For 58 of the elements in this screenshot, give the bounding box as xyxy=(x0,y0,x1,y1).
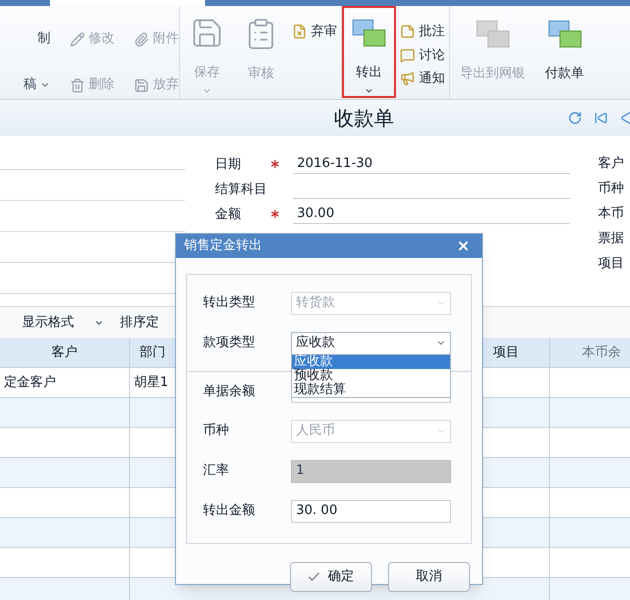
refresh-icon[interactable] xyxy=(568,111,582,125)
field-label: 本币 xyxy=(598,205,624,223)
field-label: 日期 xyxy=(215,156,242,174)
toolbar-button[interactable]: 转出 xyxy=(342,6,396,98)
toolbar-button[interactable]: 批注 xyxy=(400,22,445,42)
required-asterisk-icon xyxy=(271,210,279,218)
field-label: 结算科目 xyxy=(215,180,265,198)
toolbar-button[interactable]: 稿 xyxy=(0,72,50,98)
pencil-icon xyxy=(70,32,85,46)
input-field[interactable]: 30. 00 xyxy=(291,500,451,522)
field-label: 转出金额 xyxy=(203,502,256,520)
field-label: 转出类型 xyxy=(203,294,256,312)
previous-record-icon[interactable] xyxy=(620,111,630,125)
transfer-icon xyxy=(548,20,582,48)
field-label: 汇率 xyxy=(203,462,230,480)
transfer-icon xyxy=(352,19,386,48)
paperclip-icon xyxy=(134,32,149,46)
field-label: 款项类型 xyxy=(203,334,256,352)
close-button[interactable]: × xyxy=(452,234,474,258)
dialog-button[interactable]: 取消 xyxy=(388,562,470,592)
grid-toolbar-button[interactable]: 显示格式 xyxy=(22,312,104,332)
toolbar-button[interactable]: 付款单 xyxy=(535,6,594,98)
dropdown-option[interactable]: 应收款 xyxy=(292,355,450,369)
field-label: 币种 xyxy=(203,422,230,440)
field-label: 客户 xyxy=(598,155,624,173)
dropdown-option[interactable]: 预收款 xyxy=(292,369,450,383)
table-cell-text: 胡星1 xyxy=(133,374,170,392)
form-field[interactable]: 30.00 xyxy=(293,204,570,224)
form-field[interactable]: 2016-11-30 xyxy=(293,154,570,174)
column-header: 部门 xyxy=(138,344,166,362)
field-label: 单据余额 xyxy=(203,382,256,401)
required-asterisk-icon xyxy=(271,160,279,168)
megaphone-icon xyxy=(400,71,415,86)
field-label: 金额 xyxy=(215,206,242,224)
save-icon xyxy=(134,78,149,92)
dialog-button[interactable]: 确定 xyxy=(290,562,372,592)
note-icon xyxy=(400,24,415,40)
grid-toolbar-button[interactable]: 排序定 xyxy=(120,312,159,332)
document-title: 收款单 xyxy=(334,105,394,132)
first-record-icon[interactable] xyxy=(594,111,608,125)
toolbar-button[interactable]: 弃审 xyxy=(292,22,337,42)
tick-icon xyxy=(308,572,320,582)
field-label: 币种 xyxy=(598,180,624,198)
transfer-icon xyxy=(476,20,510,48)
toolbar-button[interactable]: 制 xyxy=(0,26,50,52)
dropdown-option[interactable]: 现款结算 xyxy=(292,383,450,397)
toolbar-button[interactable]: 讨论 xyxy=(400,46,445,65)
delete-icon xyxy=(70,78,85,92)
column-header: 项目 xyxy=(485,338,550,367)
dialog-title: 销售定金转出 xyxy=(184,237,262,256)
field-label: 票据 xyxy=(598,230,624,248)
field-label: 项目 xyxy=(598,255,624,273)
column-header: 客户 xyxy=(0,338,130,367)
toolbar-button[interactable]: 通知 xyxy=(400,69,445,88)
chat-icon xyxy=(400,48,415,63)
dropdown-field[interactable]: 应收款 xyxy=(291,332,451,354)
column-header: 本币余 xyxy=(581,344,622,362)
table-cell: 定金客户 xyxy=(0,368,130,397)
